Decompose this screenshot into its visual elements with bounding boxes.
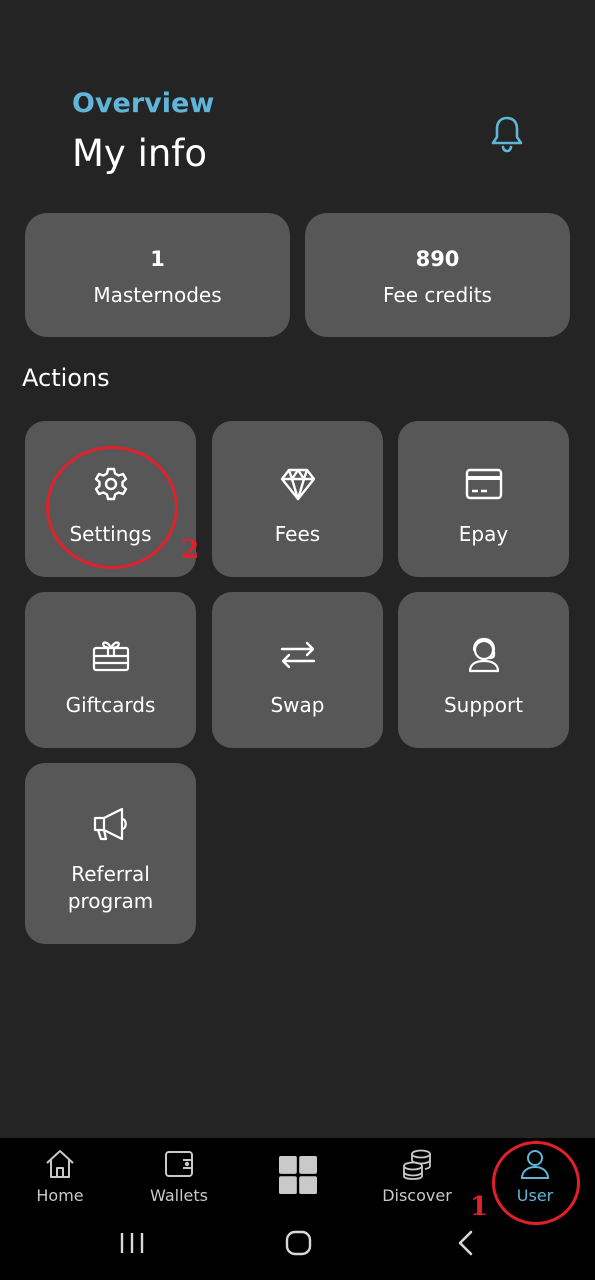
- swap-label: Swap: [270, 693, 325, 717]
- swap-arrows-icon: [280, 641, 316, 669]
- fees-label: Fees: [274, 522, 321, 546]
- nav-home-label: Home: [36, 1186, 84, 1205]
- annotation-circle-user: [492, 1141, 580, 1225]
- credit-card-icon: [465, 468, 503, 500]
- support-tile[interactable]: Support: [398, 592, 569, 748]
- annotation-number-1: 1: [470, 1192, 489, 1222]
- nav-wallets[interactable]: Wallets: [124, 1148, 234, 1218]
- swap-tile[interactable]: Swap: [212, 592, 383, 748]
- wallet-icon: [165, 1151, 193, 1177]
- referral-program-label: Referral program: [67, 862, 154, 913]
- overview-subtitle: Overview: [72, 88, 215, 119]
- annotation-number-2: 2: [181, 535, 200, 565]
- masternodes-label: Masternodes: [93, 283, 222, 307]
- fees-tile[interactable]: Fees: [212, 421, 383, 577]
- megaphone-icon: [93, 807, 127, 841]
- home-icon: [46, 1150, 74, 1178]
- referral-program-tile[interactable]: Referral program: [25, 763, 196, 944]
- page-title: My info: [72, 132, 207, 175]
- recent-apps-icon[interactable]: [118, 1218, 148, 1268]
- fee-credits-label: Fee credits: [383, 283, 492, 307]
- epay-label: Epay: [458, 522, 509, 546]
- annotation-circle-settings: [46, 446, 178, 569]
- epay-tile[interactable]: Epay: [398, 421, 569, 577]
- giftcards-label: Giftcards: [65, 693, 156, 717]
- grid-icon: [279, 1156, 317, 1194]
- diamond-icon: [280, 468, 316, 501]
- support-agent-icon: [468, 637, 500, 673]
- nav-discover-label: Discover: [382, 1186, 452, 1205]
- nav-dashboard[interactable]: [243, 1148, 353, 1218]
- nav-discover[interactable]: Discover: [362, 1148, 472, 1218]
- nav-home[interactable]: Home: [5, 1148, 115, 1218]
- masternodes-count: 1: [150, 247, 165, 271]
- fee-credits-count: 890: [415, 247, 460, 271]
- coins-stack-icon: [403, 1149, 431, 1180]
- back-icon[interactable]: [452, 1218, 482, 1268]
- support-label: Support: [443, 693, 524, 717]
- gift-icon: [92, 641, 130, 672]
- actions-heading: Actions: [22, 364, 110, 392]
- home-system-icon[interactable]: [284, 1218, 314, 1268]
- fee-credits-card[interactable]: 890 Fee credits: [305, 213, 570, 337]
- giftcards-tile[interactable]: Giftcards: [25, 592, 196, 748]
- bell-icon[interactable]: [488, 114, 526, 154]
- masternodes-card[interactable]: 1 Masternodes: [25, 213, 290, 337]
- nav-wallets-label: Wallets: [150, 1186, 208, 1205]
